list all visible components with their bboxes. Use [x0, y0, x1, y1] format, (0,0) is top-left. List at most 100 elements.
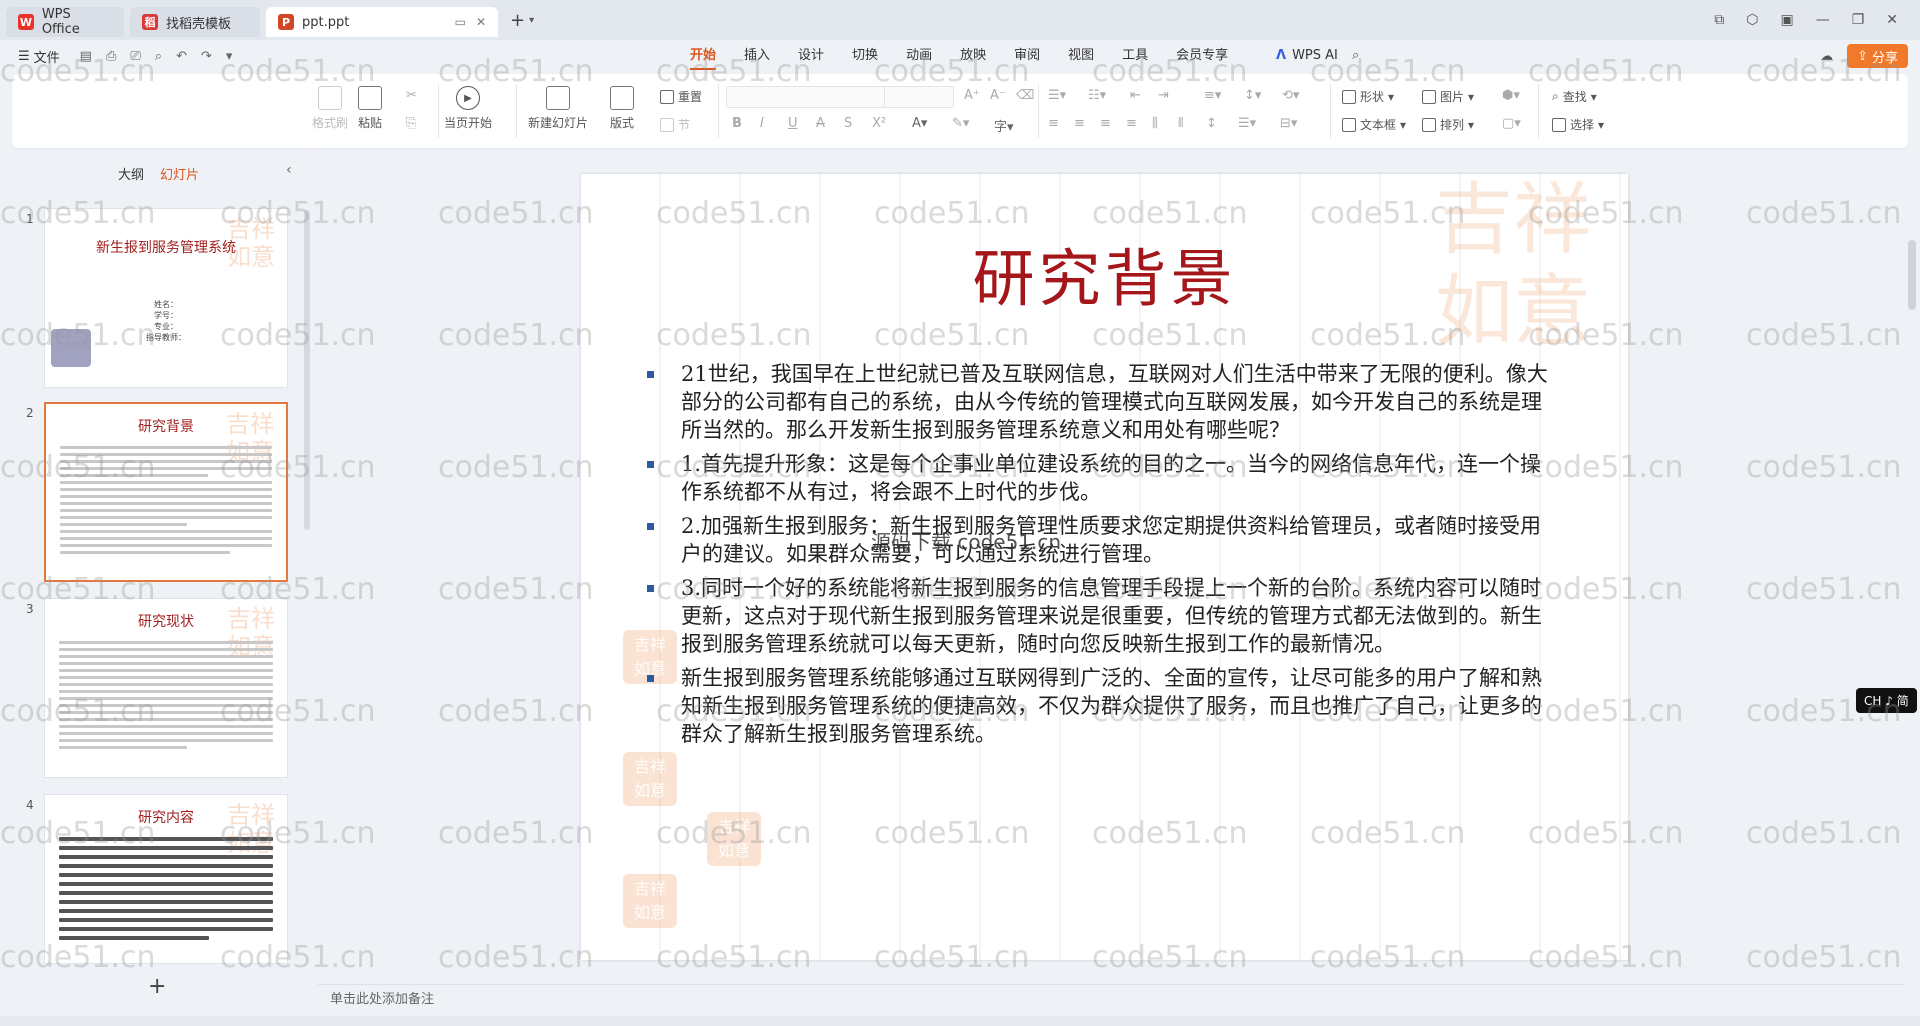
- layout-label: 版式: [610, 116, 635, 130]
- redo-icon[interactable]: ↷: [201, 49, 212, 64]
- textbox-button[interactable]: 文本框 ▾: [1342, 116, 1406, 133]
- grow-font-icon[interactable]: A⁺: [964, 88, 980, 103]
- bold-icon[interactable]: B: [732, 116, 742, 131]
- collapse-panel-icon[interactable]: ‹: [286, 162, 292, 178]
- slideshow-current-button[interactable]: ▶ 当页开始: [444, 86, 492, 131]
- outline-icon[interactable]: ▢▾: [1502, 116, 1521, 131]
- line-spacing-icon[interactable]: ↕: [1206, 116, 1217, 131]
- close-tab-icon[interactable]: ✕: [476, 15, 486, 29]
- chevron-down-icon[interactable]: ▾: [529, 15, 534, 26]
- font-size-select[interactable]: [884, 86, 954, 108]
- find-button[interactable]: ⌕ 查找 ▾: [1552, 88, 1597, 105]
- close-window-icon[interactable]: ✕: [1886, 12, 1898, 28]
- slide-title[interactable]: 研究背景: [581, 228, 1628, 318]
- print-preview-icon[interactable]: ⌕: [155, 49, 162, 64]
- sort-icon[interactable]: ↕▾: [1244, 88, 1261, 103]
- tab-insert[interactable]: 插入: [730, 40, 784, 72]
- search-icon[interactable]: ⌕: [1352, 40, 1359, 72]
- wps-ai-button[interactable]: Ʌ WPS AI: [1276, 40, 1338, 72]
- panel-scrollbar[interactable]: [304, 210, 310, 530]
- columns-icon[interactable]: ⫴: [1178, 116, 1183, 131]
- avatar[interactable]: ▣: [1780, 12, 1793, 28]
- align-left-icon[interactable]: ≡: [1048, 116, 1059, 131]
- tab-view[interactable]: 视图: [1054, 40, 1108, 72]
- paragraph-spacing-icon[interactable]: ☰▾: [1238, 116, 1256, 131]
- new-tab-button[interactable]: +: [510, 10, 525, 31]
- slide-thumbnail-4[interactable]: 吉祥 如意 研究内容: [44, 794, 288, 964]
- ime-indicator[interactable]: CH ♪ 简: [1856, 688, 1917, 713]
- section-button[interactable]: 节: [660, 116, 690, 133]
- highlight-icon[interactable]: ✎▾: [952, 116, 969, 131]
- slide-thumbnail-3[interactable]: 吉祥 如意 研究现状: [44, 598, 288, 778]
- tab-wps-office[interactable]: W WPS Office: [6, 7, 124, 37]
- tab-transition[interactable]: 切换: [838, 40, 892, 72]
- slide-thumbnail-1[interactable]: 吉祥 如意 新生报到服务管理系统 姓名： 学号： 专业： 指导教师：: [44, 208, 288, 388]
- bullet-list-icon[interactable]: ☰▾: [1048, 88, 1066, 103]
- text-direction-icon[interactable]: ≡▾: [1204, 88, 1221, 103]
- tab-outline[interactable]: 大纲: [118, 164, 144, 183]
- select-button[interactable]: 选择 ▾: [1552, 116, 1604, 133]
- cloud-upload-icon[interactable]: ☁: [1820, 49, 1833, 64]
- layout-button[interactable]: 版式: [610, 86, 634, 131]
- minimize-icon[interactable]: —: [1816, 12, 1830, 28]
- tab-home[interactable]: 开始: [676, 40, 730, 72]
- clear-format-icon[interactable]: ⌫: [1016, 88, 1034, 103]
- justify-icon[interactable]: ≡: [1126, 116, 1137, 131]
- canvas-scrollbar[interactable]: [1908, 160, 1916, 970]
- shape-button[interactable]: 形状 ▾: [1342, 88, 1394, 105]
- tab-slideshow[interactable]: 放映: [946, 40, 1000, 72]
- font-color-icon[interactable]: A▾: [912, 116, 927, 131]
- slide-body-text[interactable]: 21世纪，我国早在上世纪就已普及互联网信息，互联网对人们生活中带来了无限的便利。…: [647, 360, 1557, 754]
- arrange-button[interactable]: 排列 ▾: [1422, 116, 1474, 133]
- notes-field[interactable]: 单击此处添加备注: [318, 984, 1904, 1014]
- window-mode-icon[interactable]: ▭: [455, 15, 466, 29]
- file-menu[interactable]: ☰ 文件: [18, 47, 60, 66]
- undo-icon[interactable]: ↶: [176, 49, 187, 64]
- tab-design[interactable]: 设计: [784, 40, 838, 72]
- cube-icon[interactable]: ⬡: [1746, 12, 1758, 28]
- layout-icon[interactable]: ⧉: [1714, 12, 1724, 28]
- tab-review[interactable]: 审阅: [1000, 40, 1054, 72]
- reset-button[interactable]: 重置: [660, 88, 702, 105]
- slide-number: 2: [26, 406, 34, 420]
- cut-icon[interactable]: ✂: [406, 88, 417, 103]
- copy-icon[interactable]: ⎘: [406, 116, 416, 131]
- export-icon[interactable]: ⎙: [106, 49, 116, 64]
- shrink-font-icon[interactable]: A⁻: [990, 88, 1006, 103]
- strikethrough-icon[interactable]: A: [816, 116, 825, 131]
- chevron-down-icon[interactable]: ▾: [226, 49, 233, 64]
- picture-button[interactable]: 图片 ▾: [1422, 88, 1474, 105]
- convert-icon[interactable]: ⟲▾: [1282, 88, 1299, 103]
- tab-animation[interactable]: 动画: [892, 40, 946, 72]
- shadow-text-icon[interactable]: S: [844, 116, 852, 131]
- paste-button[interactable]: 粘贴: [358, 86, 382, 131]
- thumbnail-title: 研究内容: [138, 810, 194, 826]
- fill-icon[interactable]: ⬢▾: [1502, 88, 1520, 103]
- italic-icon[interactable]: I: [760, 116, 764, 131]
- share-button[interactable]: ⇪ 分享: [1847, 44, 1908, 68]
- format-painter-button[interactable]: 格式刷: [312, 86, 348, 131]
- increase-indent-icon[interactable]: ⇥: [1158, 88, 1169, 103]
- superscript-icon[interactable]: X²: [872, 116, 886, 131]
- tab-template[interactable]: 稻 找稻壳模板: [130, 7, 260, 37]
- tab-member[interactable]: 会员专享: [1162, 40, 1242, 72]
- save-icon[interactable]: ▤: [80, 49, 92, 64]
- char-spacing-icon[interactable]: 字▾: [994, 116, 1014, 135]
- vertical-align-icon[interactable]: ⊟▾: [1280, 116, 1297, 131]
- scrollbar-thumb[interactable]: [1908, 240, 1916, 310]
- tab-tools[interactable]: 工具: [1108, 40, 1162, 72]
- decrease-indent-icon[interactable]: ⇤: [1130, 88, 1141, 103]
- print-icon[interactable]: ⎚: [130, 49, 140, 64]
- slide-thumbnail-2[interactable]: 吉祥 如意 研究背景: [44, 402, 288, 582]
- align-right-icon[interactable]: ≡: [1100, 116, 1111, 131]
- current-slide[interactable]: 吉祥 如意 吉祥 如意 吉祥 如意 吉祥 如意 吉祥 如意 研究背景 21世纪，我国早在上…: [581, 174, 1628, 960]
- underline-icon[interactable]: U: [788, 116, 798, 131]
- add-slide-button[interactable]: +: [148, 974, 166, 999]
- restore-icon[interactable]: ❐: [1852, 12, 1865, 28]
- tab-ppt-document[interactable]: P ppt.ppt ▭ ✕: [266, 7, 498, 37]
- distribute-icon[interactable]: ⫼: [1152, 116, 1158, 131]
- align-center-icon[interactable]: ≡: [1074, 116, 1085, 131]
- new-slide-button[interactable]: 新建幻灯片: [528, 86, 588, 131]
- numbered-list-icon[interactable]: ☷▾: [1088, 88, 1106, 103]
- tab-slides[interactable]: 幻灯片: [160, 164, 199, 183]
